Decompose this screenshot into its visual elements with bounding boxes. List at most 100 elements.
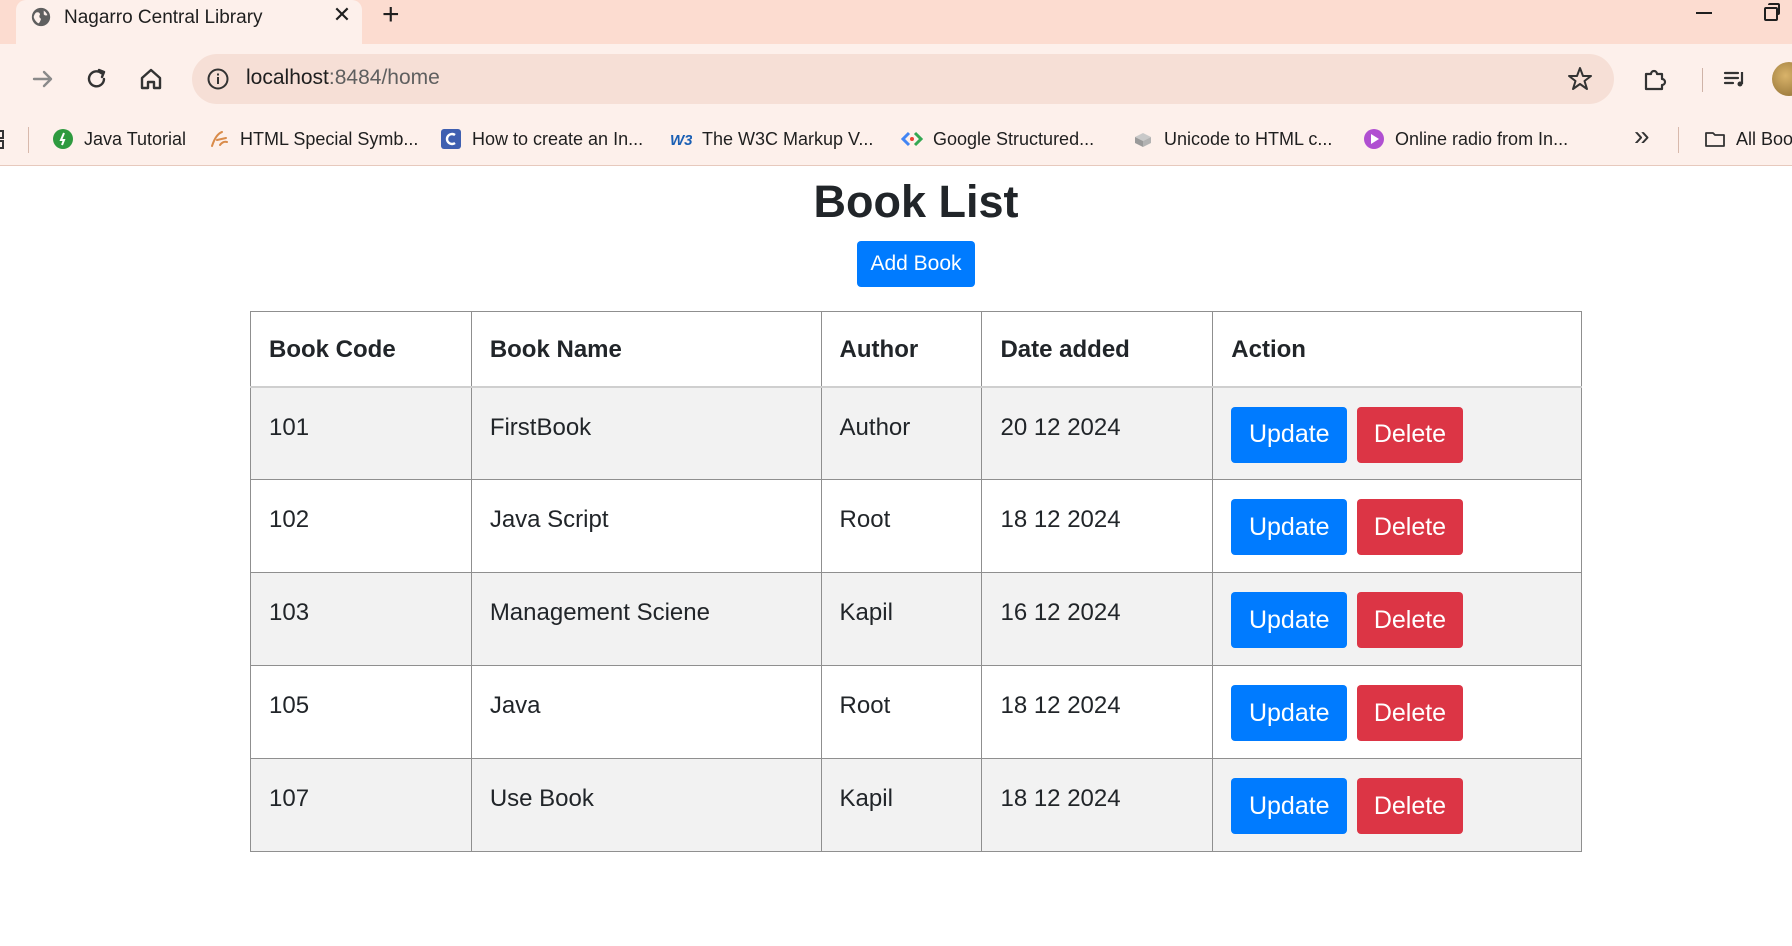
cell-action: Update Delete bbox=[1212, 572, 1582, 666]
how-to-icon bbox=[441, 129, 461, 149]
url-text[interactable]: localhost:8484/home bbox=[246, 66, 440, 90]
cell-book-code: 103 bbox=[250, 572, 472, 666]
bookmark-label: Java Tutorial bbox=[84, 128, 187, 149]
bookmark-google-structured[interactable]: Google Structured... bbox=[901, 124, 1094, 154]
header-date-added: Date added bbox=[981, 311, 1214, 388]
cell-author: Author bbox=[820, 386, 983, 480]
cell-action: Update Delete bbox=[1212, 479, 1582, 573]
folder-icon bbox=[1705, 132, 1725, 147]
bookmark-label: Online radio from In... bbox=[1395, 128, 1569, 149]
bookmark-label: The W3C Markup V... bbox=[702, 128, 874, 149]
cell-book-code: 101 bbox=[250, 386, 472, 480]
cell-action: Update Delete bbox=[1212, 665, 1582, 759]
reload-icon[interactable] bbox=[82, 64, 112, 94]
delete-button[interactable]: Delete bbox=[1356, 778, 1463, 834]
restore-icon[interactable] bbox=[1764, 3, 1780, 21]
update-button[interactable]: Update bbox=[1231, 499, 1348, 555]
add-book-button[interactable]: Add Book bbox=[857, 241, 975, 287]
cell-action: Update Delete bbox=[1212, 386, 1582, 480]
cell-book-name: Java Script bbox=[470, 479, 822, 573]
update-button[interactable]: Update bbox=[1231, 406, 1348, 463]
bookmark-java-tutorial[interactable]: Java Tutorial bbox=[52, 124, 186, 154]
cell-date-added: 16 12 2024 bbox=[981, 572, 1214, 666]
header-author: Author bbox=[820, 311, 983, 388]
delete-button[interactable]: Delete bbox=[1356, 685, 1463, 741]
cell-book-name: Use Book bbox=[470, 758, 822, 852]
globe-icon bbox=[31, 7, 51, 27]
bookmark-label: How to create an In... bbox=[472, 128, 644, 149]
cell-book-code: 105 bbox=[250, 665, 472, 759]
table-row: 107 Use Book Kapil 18 12 2024 Update Del… bbox=[250, 758, 1582, 852]
more-bookmarks-icon[interactable]: » bbox=[1634, 120, 1650, 152]
media-controls-icon[interactable] bbox=[1720, 64, 1750, 94]
minimize-icon[interactable] bbox=[1696, 12, 1712, 14]
forward-icon[interactable] bbox=[28, 64, 58, 94]
header-book-code: Book Code bbox=[250, 311, 472, 388]
tab-title: Nagarro Central Library bbox=[64, 7, 263, 28]
table-row: 103 Management Sciene Kapil 16 12 2024 U… bbox=[250, 572, 1582, 666]
html-symbols-icon bbox=[211, 131, 228, 147]
update-button[interactable]: Update bbox=[1231, 685, 1348, 741]
browser-tab[interactable]: Nagarro Central Library ✕ bbox=[16, 0, 362, 44]
bookmarks-bar: Java Tutorial HTML Special Symb... How t… bbox=[0, 114, 1792, 166]
bookmarks-divider-right bbox=[1678, 127, 1679, 153]
cell-book-code: 102 bbox=[250, 479, 472, 573]
bookmark-star-icon[interactable] bbox=[1566, 65, 1594, 93]
bookmark-label: HTML Special Symb... bbox=[240, 128, 419, 149]
apps-icon[interactable] bbox=[0, 130, 8, 150]
table-row: 105 Java Root 18 12 2024 Update Delete bbox=[250, 665, 1582, 759]
bookmark-label: Unicode to HTML c... bbox=[1164, 128, 1333, 149]
address-bar[interactable]: localhost:8484/home bbox=[192, 54, 1614, 104]
cell-book-code: 107 bbox=[250, 758, 472, 852]
header-action: Action bbox=[1212, 311, 1582, 388]
extensions-icon[interactable] bbox=[1640, 64, 1670, 94]
delete-button[interactable]: Delete bbox=[1356, 499, 1463, 555]
profile-avatar[interactable] bbox=[1772, 62, 1792, 96]
cell-author: Root bbox=[820, 479, 983, 573]
cell-date-added: 18 12 2024 bbox=[981, 665, 1214, 759]
page-title: Book List bbox=[813, 176, 1019, 227]
cell-author: Root bbox=[820, 665, 983, 759]
bookmark-w3c-markup[interactable]: W3 The W3C Markup V... bbox=[670, 124, 873, 154]
update-button[interactable]: Update bbox=[1231, 778, 1348, 834]
new-tab-button[interactable]: + bbox=[382, 0, 400, 32]
bookmark-label: Google Structured... bbox=[933, 128, 1095, 149]
url-host: localhost bbox=[246, 66, 329, 89]
cell-date-added: 18 12 2024 bbox=[981, 479, 1214, 573]
bookmark-how-to-create[interactable]: How to create an In... bbox=[440, 124, 643, 154]
cell-book-name: Java bbox=[470, 665, 822, 759]
table-row: 101 FirstBook Author 20 12 2024 Update D… bbox=[250, 386, 1582, 480]
bookmark-online-radio[interactable]: Online radio from In... bbox=[1363, 124, 1568, 154]
svg-text:W3: W3 bbox=[670, 132, 692, 149]
bookmarks-divider bbox=[28, 127, 29, 153]
update-button[interactable]: Update bbox=[1231, 592, 1348, 648]
browser-toolbar: localhost:8484/home bbox=[0, 44, 1792, 114]
cell-date-added: 18 12 2024 bbox=[981, 758, 1214, 852]
table-row: 102 Java Script Root 18 12 2024 Update D… bbox=[250, 479, 1582, 573]
cell-date-added: 20 12 2024 bbox=[981, 386, 1214, 480]
header-book-name: Book Name bbox=[470, 311, 822, 388]
cell-action: Update Delete bbox=[1212, 758, 1582, 852]
unicode-icon bbox=[1135, 133, 1151, 147]
tab-strip: Nagarro Central Library ✕ + bbox=[0, 0, 1792, 44]
site-info-icon[interactable] bbox=[206, 67, 230, 91]
cell-book-name: FirstBook bbox=[470, 386, 822, 480]
delete-button[interactable]: Delete bbox=[1356, 592, 1463, 648]
all-bookmarks[interactable]: All Boo bbox=[1704, 124, 1792, 154]
w3c-icon: W3 bbox=[670, 132, 692, 149]
table-header-row: Book Code Book Name Author Date added Ac… bbox=[250, 311, 1582, 388]
book-table: Book Code Book Name Author Date added Ac… bbox=[250, 311, 1582, 852]
delete-button[interactable]: Delete bbox=[1356, 406, 1463, 463]
url-path: :8484/home bbox=[328, 66, 440, 89]
bookmark-html-special-symbols[interactable]: HTML Special Symb... bbox=[208, 124, 418, 154]
all-bookmarks-label: All Boo bbox=[1736, 128, 1792, 149]
java-tutorial-icon bbox=[53, 129, 73, 149]
cell-author: Kapil bbox=[820, 572, 983, 666]
close-tab-icon[interactable]: ✕ bbox=[330, 2, 354, 28]
cell-author: Kapil bbox=[820, 758, 983, 852]
home-icon[interactable] bbox=[136, 64, 166, 94]
bookmark-unicode-to-html[interactable]: Unicode to HTML c... bbox=[1132, 124, 1332, 154]
cell-book-name: Management Sciene bbox=[470, 572, 822, 666]
toolbar-divider bbox=[1702, 68, 1703, 92]
google-structured-icon bbox=[901, 131, 923, 147]
